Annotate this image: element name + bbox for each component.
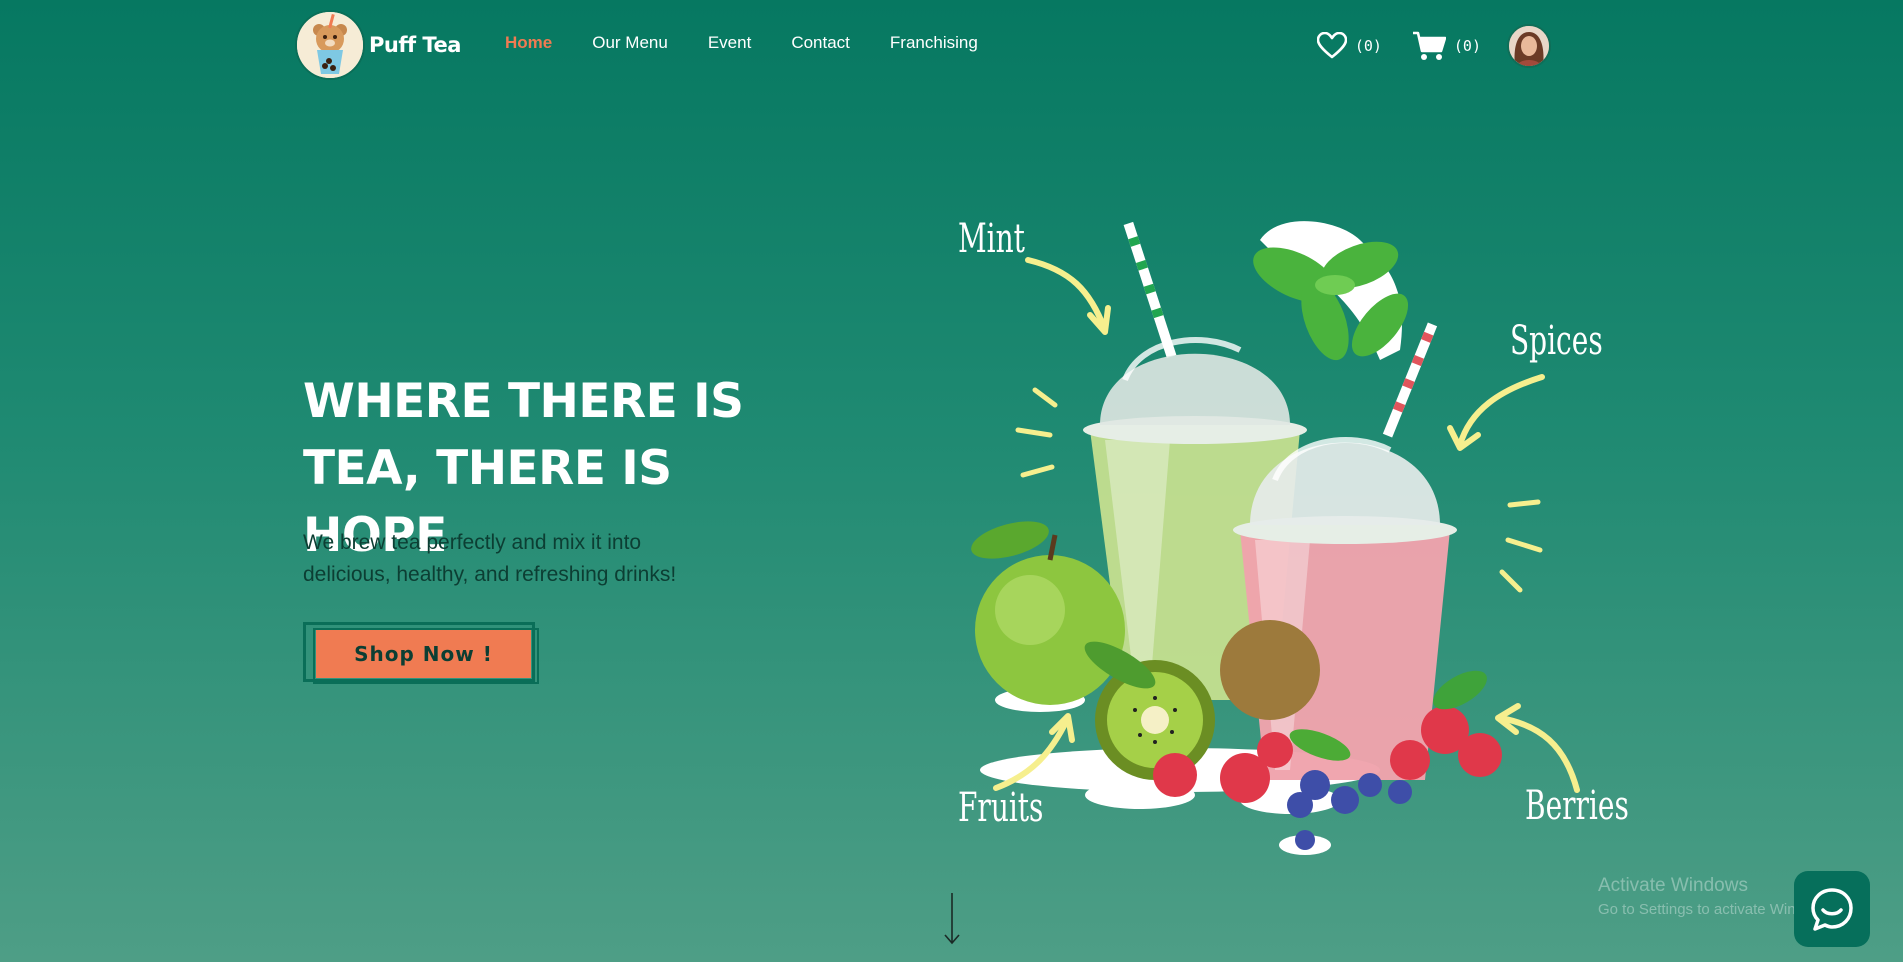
shop-now-button[interactable]: Shop Now !: [303, 622, 535, 682]
nav-item-franchising[interactable]: Franchising: [890, 33, 978, 53]
cart-icon: [1412, 31, 1446, 60]
top-navbar: Puff Tea Home Our Menu Event Contact Fra…: [0, 0, 1903, 90]
cart-button[interactable]: (0): [1412, 31, 1481, 61]
nav-item-event[interactable]: Event: [708, 33, 751, 53]
label-fruits: Fruits: [958, 785, 1044, 831]
brand-name: Puff Tea: [369, 33, 461, 57]
user-avatar[interactable]: [1507, 24, 1551, 68]
bubble-tea-bear-logo-icon: [295, 10, 365, 80]
chat-bubble-icon: [1811, 888, 1853, 931]
drinks-illustration: Mint Spices Fruits Berries: [940, 200, 1629, 880]
label-mint: Mint: [958, 216, 1025, 262]
hero-subtitle-line1: We brew tea perfectly and mix it into: [303, 531, 642, 554]
hero-title-line1: WHERE THERE IS: [303, 374, 744, 429]
shop-now-group: Shop Now !: [303, 622, 539, 684]
wishlist-count: (0): [1354, 37, 1382, 55]
nav-item-our-menu[interactable]: Our Menu: [592, 33, 668, 53]
scroll-down-arrow-icon[interactable]: [944, 893, 960, 945]
nav-item-contact[interactable]: Contact: [791, 33, 850, 53]
nav-item-home[interactable]: Home: [505, 33, 552, 53]
header-actions: (0) (0): [1316, 24, 1551, 68]
shop-now-label: Shop Now !: [316, 630, 531, 678]
hero-subtitle-line2: delicious, healthy, and refreshing drink…: [303, 563, 677, 586]
smoothie-cups-image: [971, 221, 1580, 855]
main-menu: Home Our Menu Event Contact Franchising: [505, 33, 978, 53]
cart-count: (0): [1453, 37, 1481, 55]
chat-button[interactable]: [1794, 871, 1870, 947]
label-spices: Spices: [1510, 318, 1603, 364]
heart-icon: [1316, 32, 1347, 59]
wishlist-button[interactable]: (0): [1316, 32, 1382, 60]
brand-logo-link[interactable]: Puff Tea: [295, 10, 461, 80]
label-berries: Berries: [1525, 783, 1629, 829]
hero-subtitle: We brew tea perfectly and mix it into de…: [303, 527, 743, 591]
